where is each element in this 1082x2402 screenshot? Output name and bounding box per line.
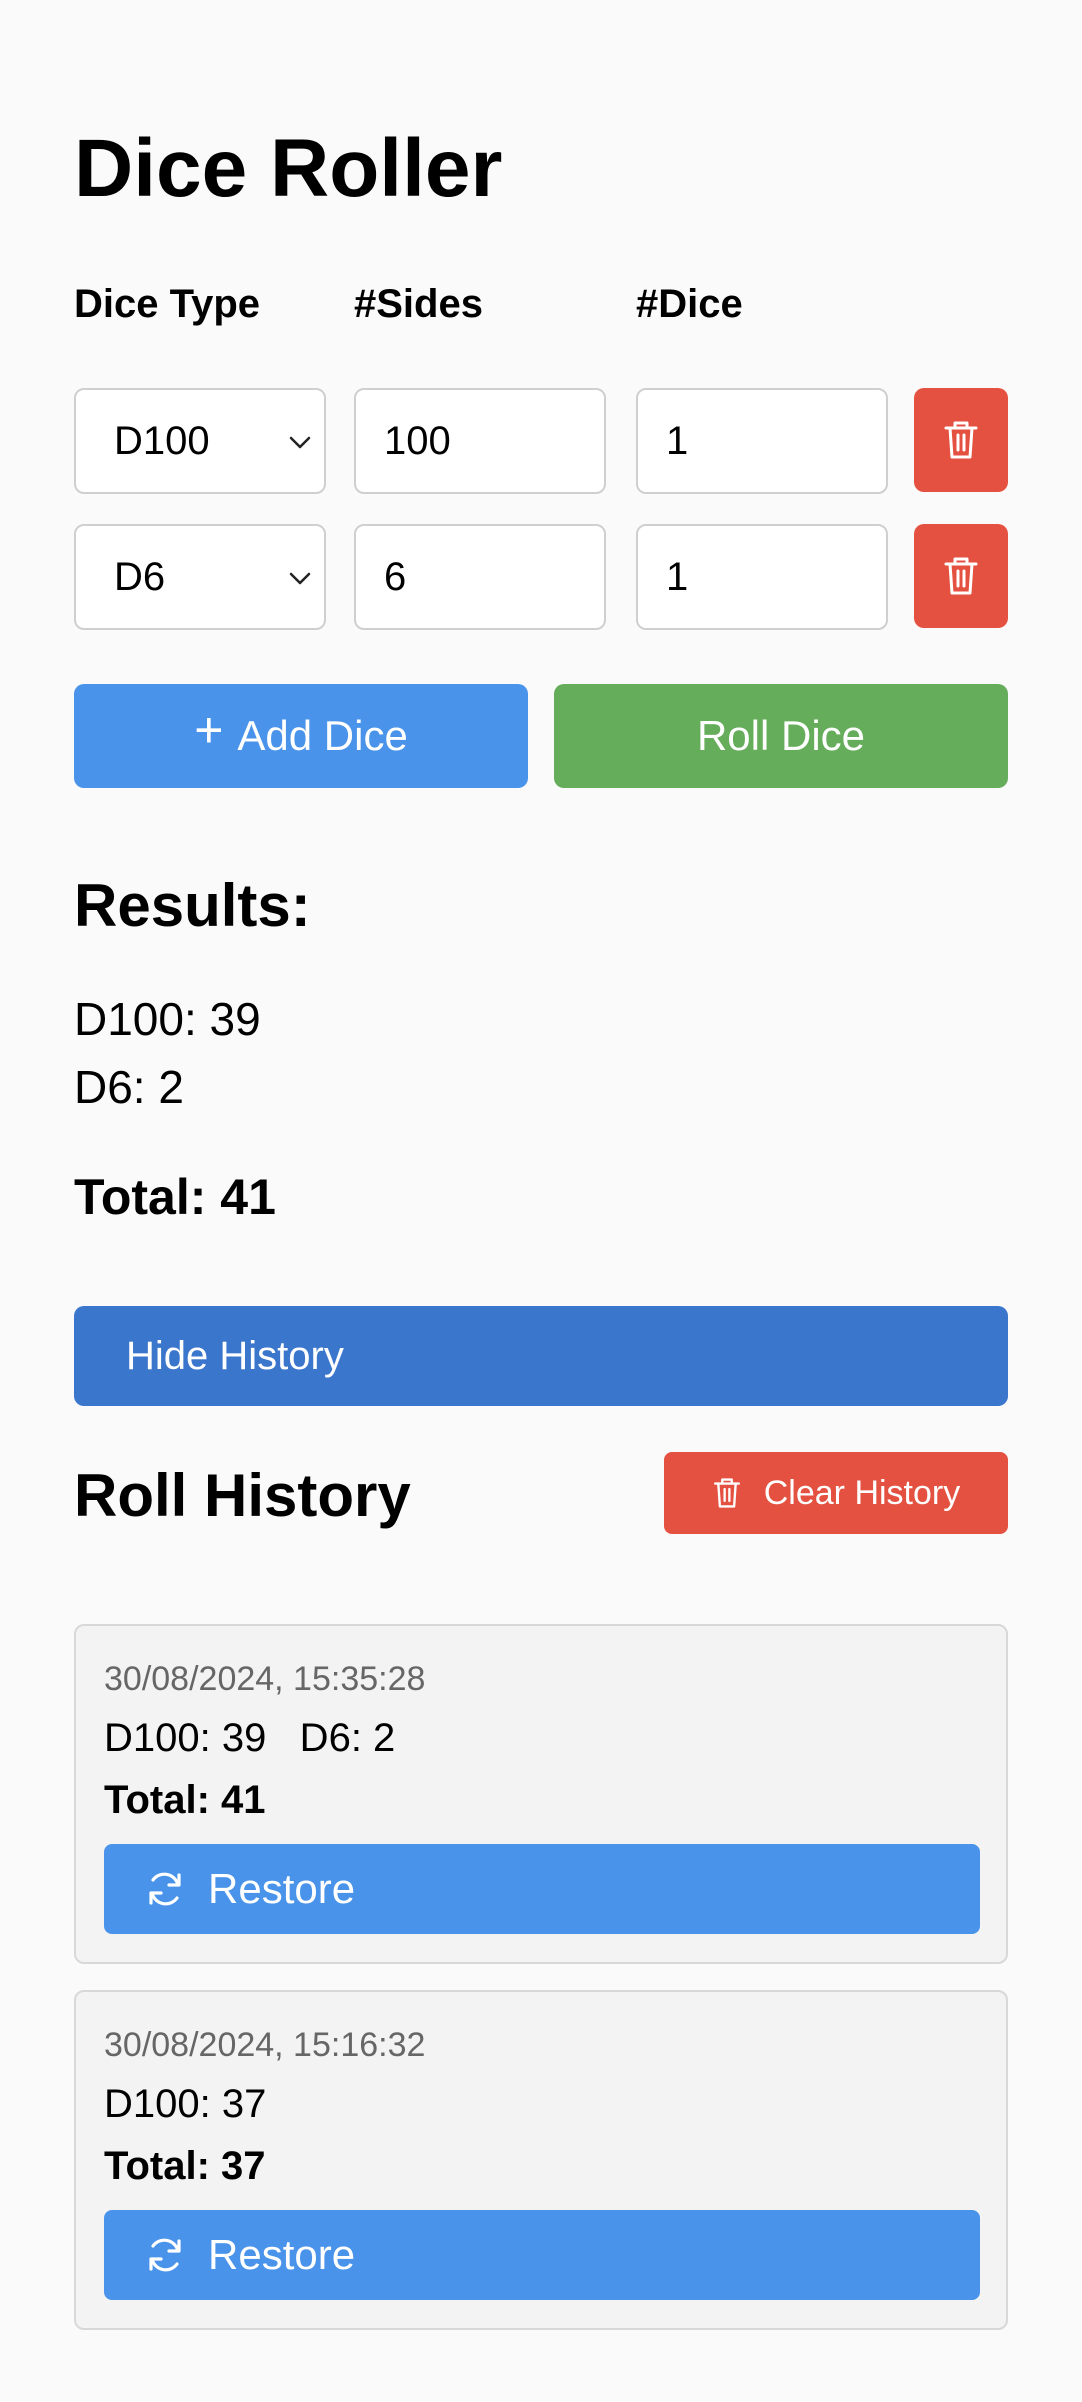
history-timestamp: 30/08/2024, 15:16:32 xyxy=(104,2026,426,2064)
add-dice-label: Add Dice xyxy=(237,712,408,759)
refresh-icon xyxy=(149,1872,181,1906)
result-line: D100: 39 xyxy=(74,993,261,1045)
trash-icon xyxy=(944,557,978,595)
refresh-icon xyxy=(149,2238,181,2272)
column-header-dice-type: Dice Type xyxy=(74,282,260,326)
history-entry: 30/08/2024, 15:16:32 D100: 37 Total: 37 … xyxy=(74,1990,1008,2330)
dice-roller-page: Dice Roller Dice Type #Sides #Dice D100 … xyxy=(0,0,1082,2402)
results-total: Total: 41 xyxy=(74,1169,276,1225)
dice-type-value: D100 xyxy=(114,419,210,463)
sides-input[interactable]: 6 xyxy=(354,524,606,630)
chevron-down-icon xyxy=(289,436,311,449)
results-heading: Results: xyxy=(74,872,311,939)
clear-history-button[interactable]: Clear History xyxy=(664,1452,1008,1534)
history-total: Total: 37 xyxy=(104,2144,266,2188)
add-dice-button[interactable]: + Add Dice xyxy=(74,684,528,788)
history-entry: 30/08/2024, 15:35:28 D100: 39 D6: 2 Tota… xyxy=(74,1624,1008,1964)
plus-icon: + xyxy=(194,702,224,758)
dice-count-input[interactable]: 1 xyxy=(636,388,888,494)
page-title: Dice Roller xyxy=(74,123,503,214)
trash-icon xyxy=(944,421,978,459)
history-timestamp: 30/08/2024, 15:35:28 xyxy=(104,1660,426,1698)
history-rolls: D100: 37 xyxy=(104,2082,267,2126)
chevron-down-icon xyxy=(289,572,311,585)
history-heading: Roll History xyxy=(74,1462,411,1529)
delete-dice-button[interactable] xyxy=(914,524,1008,628)
history-total: Total: 41 xyxy=(104,1778,266,1822)
history-rolls: D100: 39 D6: 2 xyxy=(104,1716,396,1760)
sides-input[interactable]: 100 xyxy=(354,388,606,494)
delete-dice-button[interactable] xyxy=(914,388,1008,492)
hide-history-button[interactable]: Hide History xyxy=(74,1306,1008,1406)
restore-button[interactable]: Restore xyxy=(104,1844,980,1934)
column-header-dice: #Dice xyxy=(636,282,743,326)
clear-history-label: Clear History xyxy=(763,1473,961,1512)
dice-type-select[interactable]: D100 xyxy=(74,388,326,494)
trash-icon xyxy=(713,1478,740,1508)
roll-dice-button[interactable]: Roll Dice xyxy=(554,684,1008,788)
restore-label: Restore xyxy=(208,1865,356,1912)
dice-type-value: D6 xyxy=(114,555,166,599)
column-header-sides: #Sides xyxy=(354,282,483,326)
result-line: D6: 2 xyxy=(74,1061,184,1113)
dice-count-input[interactable]: 1 xyxy=(636,524,888,630)
restore-label: Restore xyxy=(208,2231,356,2278)
restore-button[interactable]: Restore xyxy=(104,2210,980,2300)
dice-type-select[interactable]: D6 xyxy=(74,524,326,630)
